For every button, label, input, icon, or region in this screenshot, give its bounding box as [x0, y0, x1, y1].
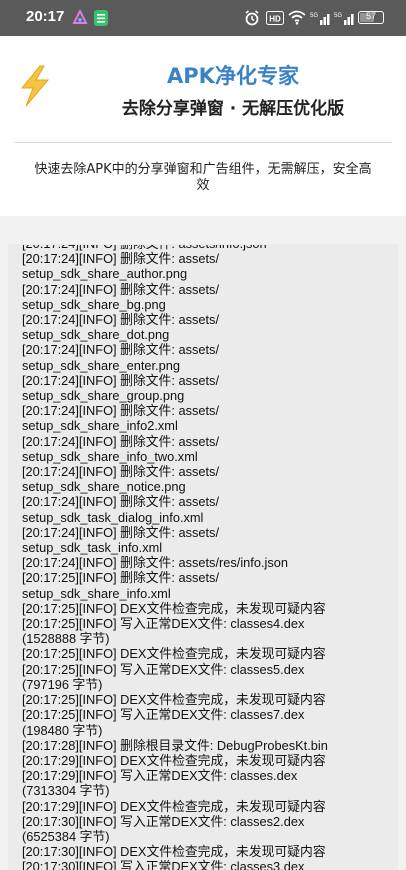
log-line: setup_sdk_share_info.xml: [22, 585, 171, 601]
log-line: [20:17:25][INFO] DEX文件检查完成，未发现可疑内容: [22, 692, 326, 708]
app-header: APK净化专家 去除分享弹窗 · 无解压优化版 快速去除APK中的分享弹窗和广告…: [0, 36, 406, 216]
log-line: setup_sdk_share_bg.png: [22, 296, 166, 312]
battery-level: 57: [365, 11, 376, 21]
log-line: [20:17:24][INFO] 删除文件: assets/: [22, 433, 219, 449]
log-line: [20:17:24][INFO] 删除文件: assets/: [22, 524, 219, 540]
svg-text:HD: HD: [269, 15, 281, 24]
log-line: [20:17:30][INFO] DEX文件检查完成，未发现可疑内容: [22, 844, 326, 860]
log-line: [20:17:25][INFO] 写入正常DEX文件: classes5.dex: [22, 661, 305, 677]
log-line: [20:17:24][INFO] 删除文件: assets/: [22, 494, 219, 510]
log-line: setup_sdk_task_dialog_info.xml: [22, 509, 204, 525]
log-line: [20:17:25][INFO] 写入正常DEX文件: classes4.dex: [22, 616, 305, 632]
svg-text:5G: 5G: [310, 13, 318, 19]
app-description: 快速去除APK中的分享弹窗和广告组件，无需解压，安全高效: [34, 162, 372, 193]
log-line: [20:17:29][INFO] DEX文件检查完成，未发现可疑内容: [22, 752, 326, 768]
log-line: [20:17:24][INFO] 删除文件: assets/: [22, 403, 219, 419]
log-line: [20:17:24][INFO] 删除文件: assets/: [22, 251, 219, 267]
log-line: (6525384 字节): [22, 828, 110, 844]
status-time: 20:17: [26, 8, 65, 25]
log-line: (797196 字节): [22, 676, 103, 692]
log-line: [20:17:30][INFO] 写入正常DEX文件: classes2.dex: [22, 813, 305, 829]
log-line: setup_sdk_share_notice.png: [22, 479, 186, 495]
signal-icon-2: 5G: [334, 13, 354, 25]
log-line: [20:17:24][INFO] 删除文件: assets/: [22, 464, 219, 480]
log-line: setup_sdk_share_dot.png: [22, 327, 170, 343]
app-subtitle: 去除分享弹窗 · 无解压优化版: [121, 99, 345, 119]
signal-icon: 5G: [310, 13, 330, 25]
log-line: [20:17:30][INFO] 写入正常DEX文件: classes3.dex: [22, 859, 305, 870]
header-divider: [14, 142, 392, 143]
alarm-icon: [245, 10, 259, 26]
log-line: setup_sdk_share_group.png: [22, 388, 185, 404]
log-line: setup_sdk_share_info_two.xml: [22, 448, 198, 464]
log-line: setup_sdk_share_info2.xml: [22, 418, 178, 434]
wifi-icon: [288, 10, 306, 25]
log-line: setup_sdk_share_enter.png: [22, 357, 180, 373]
log-output[interactable]: [20:17:24][INFO] 删除文件: assets/info.json[…: [22, 245, 372, 870]
svg-text:5G: 5G: [334, 13, 342, 19]
log-line: [20:17:29][INFO] DEX文件检查完成，未发现可疑内容: [22, 798, 326, 814]
log-line: [20:17:24][INFO] 删除文件: assets/: [22, 312, 219, 328]
log-line: [20:17:25][INFO] 删除文件: assets/: [22, 570, 219, 586]
log-line: (198480 字节): [22, 722, 103, 738]
log-line: [20:17:28][INFO] 删除根目录文件: DebugProbesKt.…: [22, 737, 328, 753]
log-line: [20:17:25][INFO] DEX文件检查完成，未发现可疑内容: [22, 646, 326, 662]
log-lines: [20:17:24][INFO] 删除文件: assets/info.json[…: [22, 245, 372, 870]
app-title: APK净化专家: [167, 64, 299, 88]
log-line: [20:17:25][INFO] DEX文件检查完成，未发现可疑内容: [22, 600, 326, 616]
log-line: [20:17:24][INFO] 删除文件: assets/res/info.j…: [22, 555, 288, 571]
log-line: [20:17:29][INFO] 写入正常DEX文件: classes.dex: [22, 768, 298, 784]
hd-icon: HD: [266, 11, 284, 25]
log-line: (7313304 字节): [22, 783, 110, 799]
log-line: [20:17:24][INFO] 删除文件: assets/: [22, 281, 219, 297]
log-line: [20:17:25][INFO] 写入正常DEX文件: classes7.dex: [22, 707, 305, 723]
notes-app-icon: [94, 10, 108, 26]
app-notification-icon: [72, 10, 88, 24]
log-line: (1528888 字节): [22, 631, 110, 647]
log-line: [20:17:24][INFO] 删除文件: assets/: [22, 372, 219, 388]
battery-icon: 57: [358, 11, 384, 24]
log-line: [20:17:24][INFO] 删除文件: assets/: [22, 342, 219, 358]
log-line: setup_sdk_share_author.png: [22, 266, 188, 282]
log-line: setup_sdk_task_info.xml: [22, 540, 163, 556]
status-bar: 20:17 HD 5G 5G 57: [0, 0, 406, 36]
